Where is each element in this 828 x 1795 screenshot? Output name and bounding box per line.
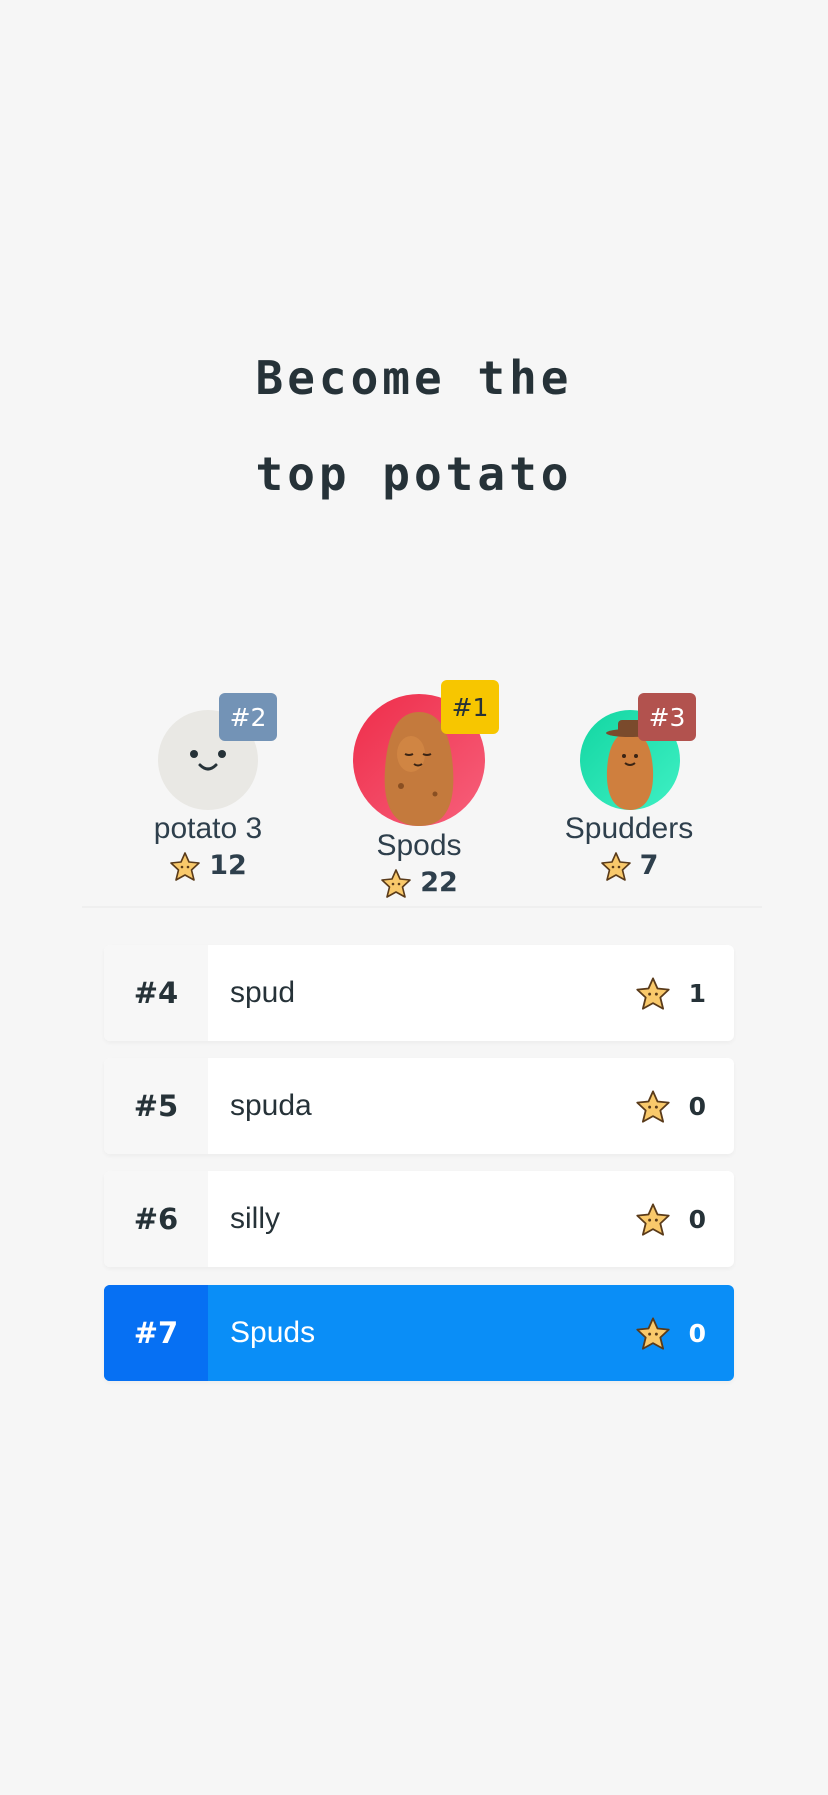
- podium-score-value-second: 12: [209, 850, 247, 881]
- star-icon: [381, 868, 412, 898]
- title-line-1: Become the: [255, 351, 573, 405]
- row-score: 0: [635, 1202, 734, 1236]
- row-rank: #6: [104, 1171, 208, 1267]
- page-title: Become the top potato: [0, 330, 828, 522]
- row-score: 0: [635, 1316, 734, 1350]
- row-name: Spuds: [230, 1316, 316, 1349]
- row-name: spud: [230, 976, 296, 1009]
- row-score-value: 0: [688, 1204, 706, 1234]
- star-icon: [635, 977, 670, 1010]
- podium-name-second: potato 3: [153, 812, 263, 845]
- row-rank: #4: [104, 945, 208, 1041]
- row-rank: #5: [104, 1058, 208, 1154]
- podium-score-first: 22: [339, 867, 499, 898]
- podium-score-value-first: 22: [420, 867, 458, 898]
- star-icon: [635, 1090, 670, 1123]
- leaderboard-row[interactable]: #6 silly 0: [104, 1171, 734, 1267]
- leaderboard-row[interactable]: #5 spuda 0: [104, 1058, 734, 1154]
- row-score: 1: [635, 976, 734, 1010]
- row-score-value: 1: [688, 978, 706, 1008]
- title-line-2: top potato: [255, 447, 573, 501]
- rank-badge-second: #2: [219, 693, 277, 741]
- podium-name-third: Spudders: [564, 812, 694, 845]
- podium-score-value-third: 7: [639, 850, 659, 881]
- divider: [82, 906, 762, 908]
- row-rank: #7: [104, 1285, 208, 1381]
- row-name: silly: [230, 1202, 280, 1235]
- star-icon: [170, 851, 201, 881]
- podium-score-third: 7: [549, 850, 709, 881]
- row-score-value: 0: [688, 1091, 706, 1121]
- row-name: spuda: [230, 1089, 312, 1122]
- row-score-value: 0: [688, 1318, 706, 1348]
- row-score: 0: [635, 1089, 734, 1123]
- leaderboard-row[interactable]: #4 spud 1: [104, 945, 734, 1041]
- podium-name-first: Spods: [376, 829, 462, 862]
- star-icon: [635, 1203, 670, 1236]
- rank-badge-third: #3: [638, 693, 696, 741]
- star-icon: [600, 851, 631, 881]
- leaderboard-row-current-user[interactable]: #7 Spuds 0: [104, 1285, 734, 1381]
- star-icon: [635, 1317, 670, 1350]
- rank-badge-first: #1: [441, 680, 499, 734]
- podium-score-second: 12: [128, 850, 288, 881]
